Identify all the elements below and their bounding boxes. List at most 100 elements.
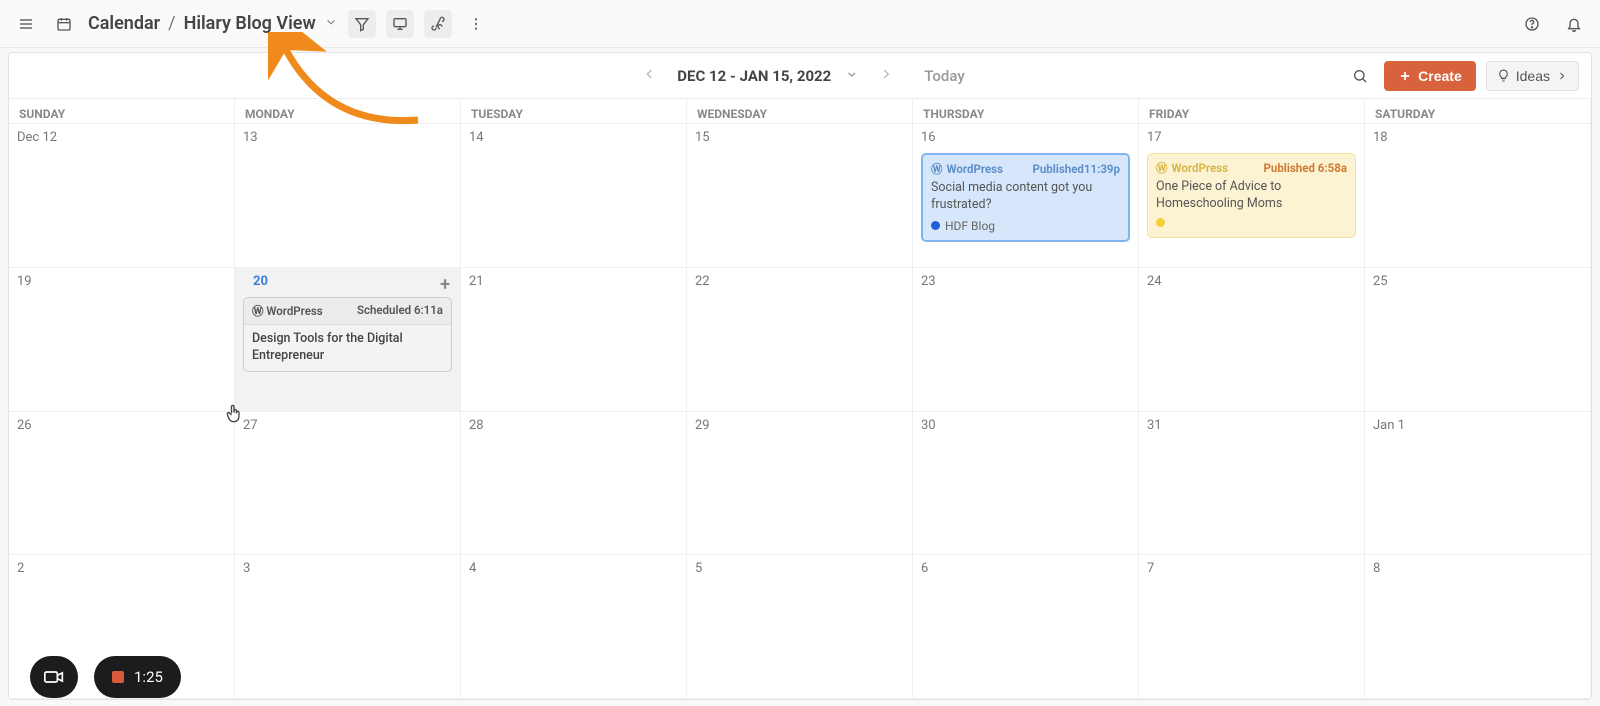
day-number: 27 <box>243 418 452 433</box>
event-status: Published 6:58a <box>1263 161 1347 175</box>
breadcrumb-view[interactable]: Hilary Blog View <box>184 13 316 34</box>
event-title: Design Tools for the Digital Entrepreneu… <box>252 331 443 365</box>
day-cell[interactable]: 16 Ⓦ WordPress Published11:39p Social me… <box>913 124 1139 268</box>
event-card[interactable]: Ⓦ WordPress Published 6:58a One Piece of… <box>1147 153 1356 238</box>
weekday-header: MONDAY <box>235 99 461 123</box>
day-cell[interactable]: 15 <box>687 124 913 268</box>
day-number: 30 <box>921 418 1130 433</box>
day-number: 19 <box>17 274 226 289</box>
day-number: 15 <box>695 130 904 145</box>
event-status: Scheduled 6:11a <box>357 303 443 319</box>
day-cell[interactable]: 23 <box>913 268 1139 412</box>
event-source: Ⓦ WordPress <box>1156 160 1228 176</box>
prev-period-button[interactable] <box>635 62 663 90</box>
ideas-button[interactable]: Ideas <box>1486 61 1579 91</box>
event-card[interactable]: Ⓦ WordPress Published11:39p Social media… <box>921 153 1130 242</box>
day-number: 2 <box>17 561 226 576</box>
day-cell[interactable]: 22 <box>687 268 913 412</box>
create-button[interactable]: Create <box>1384 61 1476 91</box>
event-status: Published11:39p <box>1032 162 1120 176</box>
day-cell[interactable]: 6 <box>913 555 1139 699</box>
chevron-down-icon[interactable] <box>845 67 858 85</box>
day-cell[interactable]: 25 <box>1365 268 1591 412</box>
camera-button[interactable] <box>30 656 78 698</box>
weekday-header: TUESDAY <box>461 99 687 123</box>
day-number: 3 <box>243 561 452 576</box>
day-number: 17 <box>1147 130 1356 145</box>
timer-value: 1:25 <box>134 668 163 686</box>
more-vertical-icon[interactable] <box>462 10 490 38</box>
cursor-icon <box>224 403 244 432</box>
day-number: 14 <box>469 130 678 145</box>
day-cell[interactable]: 17 Ⓦ WordPress Published 6:58a One Piece… <box>1139 124 1365 268</box>
weekday-header-row: SUNDAY MONDAY TUESDAY WEDNESDAY THURSDAY… <box>9 99 1591 124</box>
day-cell[interactable]: 3 <box>235 555 461 699</box>
day-number: 29 <box>695 418 904 433</box>
day-number: 31 <box>1147 418 1356 433</box>
day-number: 13 <box>243 130 452 145</box>
filter-icon[interactable] <box>348 10 376 38</box>
weekday-header: THURSDAY <box>913 99 1139 123</box>
day-number: 7 <box>1147 561 1356 576</box>
next-period-button[interactable] <box>872 62 900 90</box>
day-cell[interactable]: 5 <box>687 555 913 699</box>
app-topbar: Calendar / Hilary Blog View <box>0 0 1600 48</box>
event-card[interactable]: Ⓦ WordPress Scheduled 6:11a Design Tools… <box>243 297 452 372</box>
weekday-header: FRIDAY <box>1139 99 1365 123</box>
stop-icon <box>112 671 124 683</box>
tag-dot <box>1156 218 1165 227</box>
bell-icon[interactable] <box>1560 10 1588 38</box>
event-title: One Piece of Advice to Homeschooling Mom… <box>1156 179 1347 213</box>
share-icon[interactable] <box>424 10 452 38</box>
day-number: 23 <box>921 274 1130 289</box>
day-cell[interactable]: 26 <box>9 412 235 556</box>
day-cell[interactable]: 28 <box>461 412 687 556</box>
event-tag: HDF Blog <box>931 219 995 233</box>
wordpress-icon: Ⓦ <box>931 161 943 177</box>
day-number: 8 <box>1373 561 1582 576</box>
day-cell[interactable]: 27 <box>235 412 461 556</box>
day-number: 4 <box>469 561 678 576</box>
day-number: 6 <box>921 561 1130 576</box>
day-cell[interactable]: 24 <box>1139 268 1365 412</box>
day-cell[interactable]: 19 <box>9 268 235 412</box>
week-row: Dec 12 13 14 15 16 Ⓦ WordPress Published… <box>9 124 1591 268</box>
search-icon[interactable] <box>1346 62 1374 90</box>
record-timer[interactable]: 1:25 <box>94 656 181 698</box>
day-cell[interactable]: 14 <box>461 124 687 268</box>
day-number: 26 <box>17 418 226 433</box>
event-source: Ⓦ WordPress <box>931 161 1003 177</box>
day-number: 16 <box>921 130 1130 145</box>
day-number: 21 <box>469 274 678 289</box>
day-cell[interactable]: 30 <box>913 412 1139 556</box>
event-source: Ⓦ WordPress <box>252 303 323 319</box>
calendar-panel: DEC 12 - JAN 15, 2022 Today Create Ideas <box>8 52 1592 700</box>
weekday-header: SUNDAY <box>9 99 235 123</box>
day-cell[interactable]: 8 <box>1365 555 1591 699</box>
date-range-label[interactable]: DEC 12 - JAN 15, 2022 <box>677 67 831 85</box>
monitor-icon[interactable] <box>386 10 414 38</box>
day-cell[interactable]: 29 <box>687 412 913 556</box>
day-number: 5 <box>695 561 904 576</box>
day-cell[interactable]: Dec 12 <box>9 124 235 268</box>
breadcrumb: Calendar / Hilary Blog View <box>88 13 338 34</box>
day-number: 25 <box>1373 274 1582 289</box>
day-cell[interactable]: Jan 1 <box>1365 412 1591 556</box>
menu-icon[interactable] <box>12 10 40 38</box>
day-cell[interactable]: 31 <box>1139 412 1365 556</box>
day-cell[interactable]: 21 <box>461 268 687 412</box>
day-cell[interactable]: 18 <box>1365 124 1591 268</box>
help-icon[interactable] <box>1518 10 1546 38</box>
day-cell[interactable]: 4 <box>461 555 687 699</box>
day-number: 28 <box>469 418 678 433</box>
add-event-button[interactable]: + <box>440 274 450 295</box>
day-cell[interactable]: 13 <box>235 124 461 268</box>
breadcrumb-root[interactable]: Calendar <box>88 13 160 34</box>
today-button[interactable]: Today <box>924 67 964 85</box>
chevron-down-icon[interactable] <box>324 13 338 34</box>
week-row: 19 20 + Ⓦ WordPress Scheduled 6:11a Desi… <box>9 268 1591 412</box>
day-cell[interactable]: 20 + Ⓦ WordPress Scheduled 6:11a Design … <box>235 268 461 412</box>
weekday-header: SATURDAY <box>1365 99 1591 123</box>
recorder-widget: 1:25 <box>30 656 181 698</box>
day-cell[interactable]: 7 <box>1139 555 1365 699</box>
